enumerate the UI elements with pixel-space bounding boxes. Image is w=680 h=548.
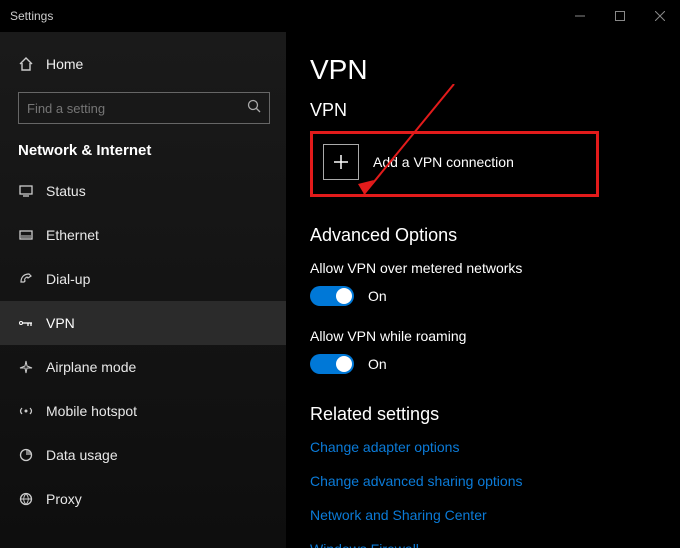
datausage-icon	[18, 447, 42, 463]
sidebar-item-label: Dial-up	[46, 271, 90, 287]
search-input[interactable]	[27, 101, 247, 116]
opt-roaming-label: Allow VPN while roaming	[310, 328, 680, 344]
hotspot-icon	[18, 403, 42, 419]
airplane-icon	[18, 359, 42, 375]
add-vpn-label: Add a VPN connection	[373, 154, 514, 170]
close-icon	[655, 11, 665, 21]
sidebar-item-label: Status	[46, 183, 86, 199]
sidebar-home-label: Home	[46, 56, 83, 72]
main-pane: VPN VPN Add a VPN connection Advanced Op…	[286, 32, 680, 548]
window-controls	[560, 0, 680, 32]
search-box[interactable]	[18, 92, 270, 124]
opt-metered-label: Allow VPN over metered networks	[310, 260, 680, 276]
sidebar-item-proxy[interactable]: Proxy	[0, 477, 286, 521]
proxy-icon	[18, 491, 42, 507]
page-title: VPN	[310, 54, 680, 86]
home-icon	[18, 56, 42, 72]
sidebar-home[interactable]: Home	[0, 44, 286, 84]
link-sharing-options[interactable]: Change advanced sharing options	[310, 473, 680, 489]
vpn-icon	[18, 315, 42, 331]
sidebar-item-dialup[interactable]: Dial-up	[0, 257, 286, 301]
sidebar-item-vpn[interactable]: VPN	[0, 301, 286, 345]
sidebar-list: Status Ethernet Dial-up VPN Airplane mod…	[0, 169, 286, 521]
search-icon	[247, 99, 261, 118]
status-icon	[18, 183, 42, 199]
section-vpn: VPN	[310, 100, 680, 121]
plus-icon	[332, 153, 350, 171]
section-advanced: Advanced Options	[310, 225, 680, 246]
sidebar-item-airplane[interactable]: Airplane mode	[0, 345, 286, 389]
sidebar-item-ethernet[interactable]: Ethernet	[0, 213, 286, 257]
opt-roaming-toggle[interactable]	[310, 354, 354, 374]
maximize-icon	[615, 11, 625, 21]
ethernet-icon	[18, 227, 42, 243]
maximize-button[interactable]	[600, 0, 640, 32]
add-vpn-button[interactable]	[323, 144, 359, 180]
sidebar-item-label: Mobile hotspot	[46, 403, 137, 419]
titlebar: Settings	[0, 0, 680, 32]
opt-roaming-state: On	[368, 356, 387, 372]
opt-metered-toggle[interactable]	[310, 286, 354, 306]
window-title: Settings	[10, 9, 53, 23]
sidebar-item-label: VPN	[46, 315, 75, 331]
sidebar-item-label: Ethernet	[46, 227, 99, 243]
section-related: Related settings	[310, 404, 680, 425]
opt-metered-state: On	[368, 288, 387, 304]
link-sharing-center[interactable]: Network and Sharing Center	[310, 507, 680, 523]
annotation-highlight: Add a VPN connection	[310, 131, 599, 197]
sidebar-item-status[interactable]: Status	[0, 169, 286, 213]
link-firewall[interactable]: Windows Firewall	[310, 541, 680, 548]
dialup-icon	[18, 271, 42, 287]
sidebar-item-datausage[interactable]: Data usage	[0, 433, 286, 477]
sidebar-item-label: Proxy	[46, 491, 82, 507]
close-button[interactable]	[640, 0, 680, 32]
minimize-icon	[575, 11, 585, 21]
sidebar-item-label: Airplane mode	[46, 359, 136, 375]
link-adapter-options[interactable]: Change adapter options	[310, 439, 680, 455]
sidebar: Home Network & Internet Status Ethernet …	[0, 32, 286, 548]
sidebar-item-label: Data usage	[46, 447, 118, 463]
sidebar-item-hotspot[interactable]: Mobile hotspot	[0, 389, 286, 433]
minimize-button[interactable]	[560, 0, 600, 32]
sidebar-category: Network & Internet	[0, 138, 286, 169]
